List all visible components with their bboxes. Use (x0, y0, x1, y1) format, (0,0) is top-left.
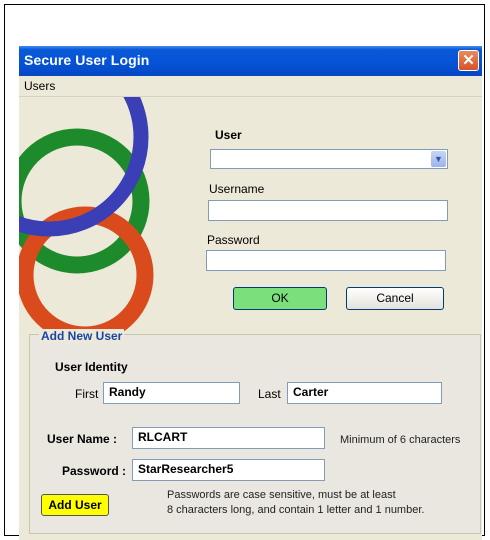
new-username-input[interactable]: RLCART (132, 427, 325, 449)
password-label: Password (207, 233, 260, 247)
window-title: Secure User Login (24, 52, 150, 68)
new-password-value: StarResearcher5 (138, 462, 234, 476)
username-label: Username (209, 182, 265, 196)
login-window: Secure User Login ✕ Users User ▼ Usernam… (19, 46, 482, 540)
last-name-input[interactable]: Carter (287, 382, 442, 404)
rings-logo (19, 97, 154, 344)
password-hint-line-2: 8 characters long, and contain 1 letter … (167, 504, 425, 516)
close-button[interactable]: ✕ (458, 50, 479, 71)
chevron-down-icon[interactable]: ▼ (431, 151, 446, 167)
username-input[interactable] (208, 200, 448, 221)
add-user-button-label: Add User (48, 498, 102, 512)
password-hint-line-1: Passwords are case sensitive, must be at… (167, 489, 396, 501)
last-name-label: Last (258, 387, 281, 401)
new-password-label: Password : (62, 464, 127, 478)
password-input[interactable] (206, 250, 446, 271)
first-name-value: Randy (109, 385, 146, 399)
menu-item-users[interactable]: Users (24, 79, 55, 93)
first-name-input[interactable]: Randy (103, 382, 240, 404)
user-dropdown[interactable]: ▼ (210, 149, 448, 169)
cancel-button-label: Cancel (376, 291, 414, 305)
add-user-group-title: Add New User (39, 329, 125, 343)
close-icon: ✕ (462, 52, 475, 69)
new-username-value: RLCART (138, 430, 188, 444)
new-username-label: User Name : (47, 432, 118, 446)
title-bar: Secure User Login ✕ (19, 46, 482, 76)
first-name-label: First (75, 387, 99, 401)
user-label: User (215, 128, 242, 142)
add-user-button[interactable]: Add User (41, 494, 109, 516)
ok-button-label: OK (271, 291, 289, 305)
new-password-input[interactable]: StarResearcher5 (132, 459, 325, 481)
username-hint: Minimum of 6 characters (340, 434, 461, 446)
user-identity-label: User Identity (55, 360, 128, 374)
cancel-button[interactable]: Cancel (346, 287, 444, 310)
menu-bar: Users (19, 76, 482, 97)
ok-button[interactable]: OK (233, 287, 327, 310)
last-name-value: Carter (293, 385, 329, 399)
